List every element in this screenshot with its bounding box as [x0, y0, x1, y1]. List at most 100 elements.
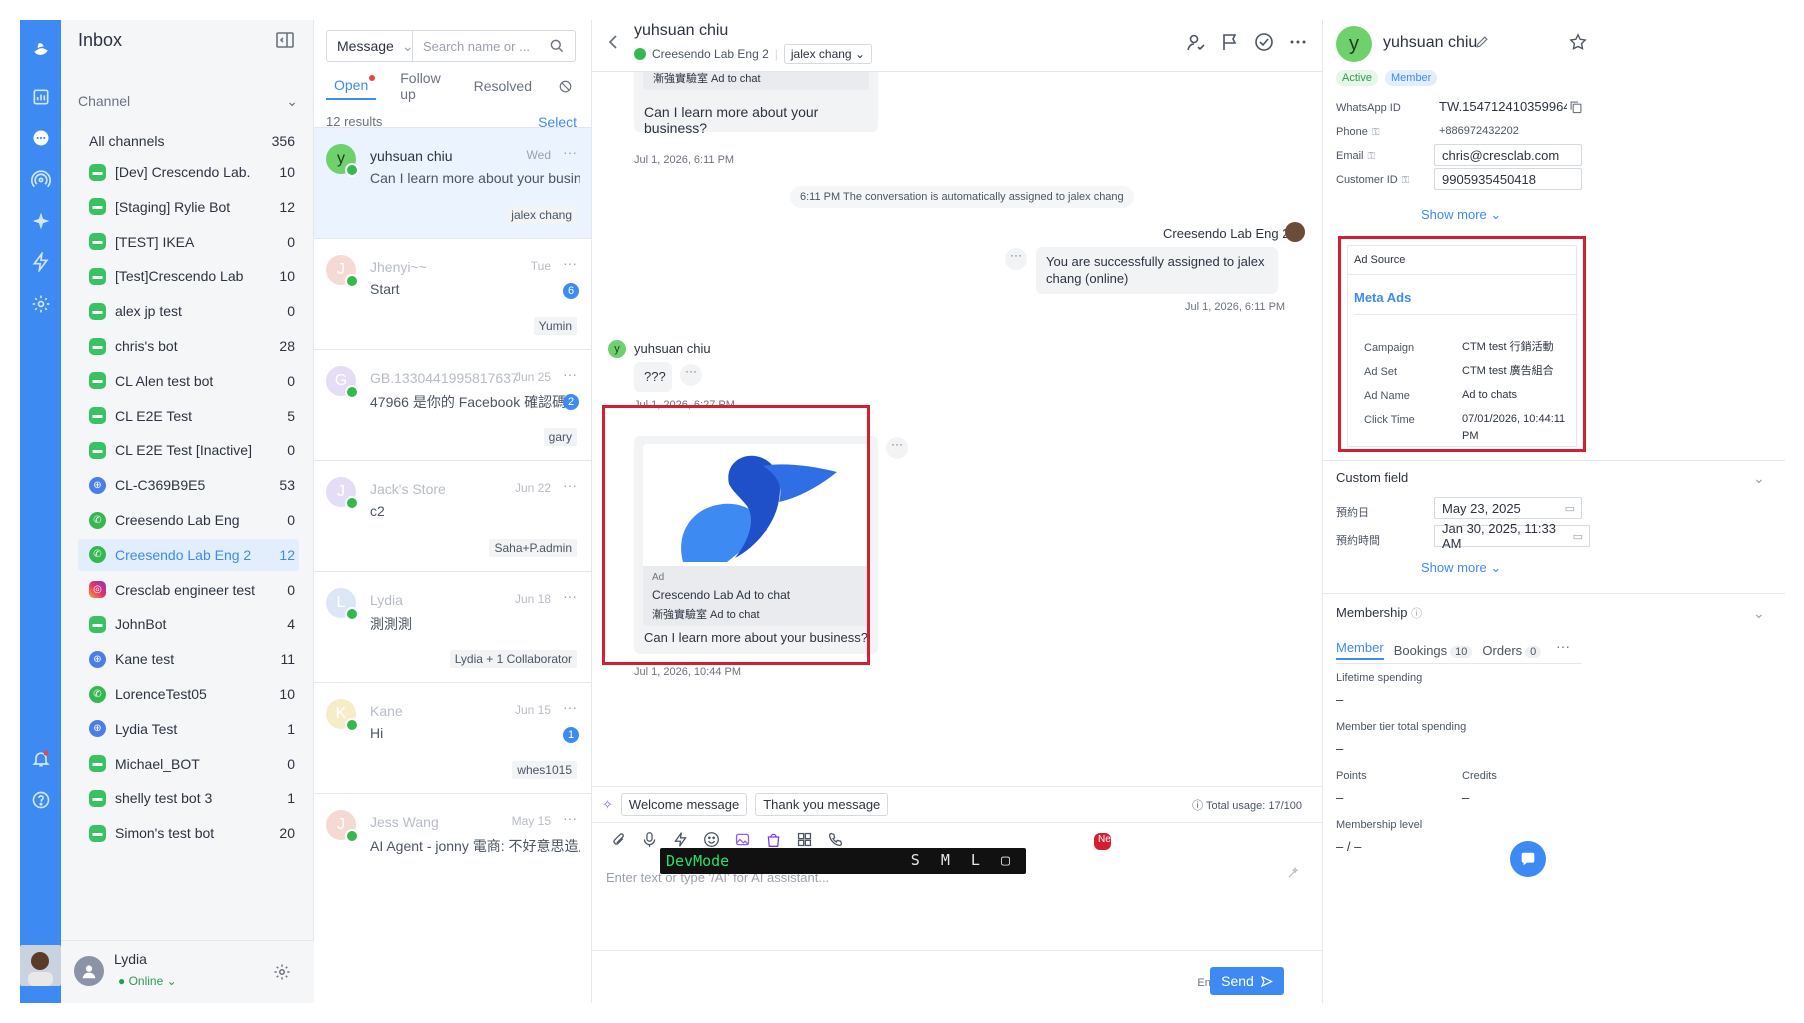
- chevron-down-icon[interactable]: ⌄: [1753, 605, 1765, 621]
- channel-item[interactable]: ▬ [TEST] IKEA 0: [78, 226, 299, 258]
- channel-item[interactable]: ▬ CL Alen test bot 0: [78, 365, 299, 397]
- user-avatar[interactable]: [74, 956, 104, 986]
- quick-reply-welcome[interactable]: Welcome message: [620, 793, 748, 816]
- quick-action-bolt-icon[interactable]: [672, 831, 689, 848]
- more-options-icon[interactable]: ···: [1556, 638, 1570, 654]
- help-icon[interactable]: [28, 787, 53, 812]
- user-photo-avatar[interactable]: [20, 945, 61, 986]
- conversation-item[interactable]: K Kane Jun 15 Hi ··· 1 whes1015: [314, 682, 591, 793]
- broadcast-icon[interactable]: [28, 167, 53, 192]
- channel-item[interactable]: ◎ Cresclab engineer test 0: [78, 574, 299, 606]
- channel-count: 10: [279, 268, 295, 285]
- chevron-down-icon[interactable]: ⌄: [1753, 470, 1765, 486]
- settings-gear-icon[interactable]: [28, 291, 53, 316]
- resolve-check-icon[interactable]: [1254, 32, 1274, 52]
- more-options-icon[interactable]: ···: [563, 144, 577, 160]
- ai-assist-icon[interactable]: [1286, 866, 1300, 880]
- star-icon[interactable]: [1569, 33, 1587, 51]
- phone-call-icon[interactable]: [827, 831, 844, 848]
- tab-open[interactable]: Open: [326, 72, 377, 100]
- assignee-select[interactable]: jalex chang ⌄: [783, 44, 872, 64]
- more-options-icon[interactable]: ···: [563, 366, 577, 382]
- channel-item[interactable]: ▬ CL E2E Test 5: [78, 400, 299, 432]
- all-channels-item[interactable]: All channels 356: [78, 133, 299, 157]
- edit-pencil-icon[interactable]: [1475, 35, 1489, 49]
- tab-meta-ads[interactable]: Meta Ads: [1354, 290, 1411, 305]
- notification-bell-icon[interactable]: [28, 746, 53, 771]
- attachment-icon[interactable]: [610, 831, 627, 848]
- show-more-button[interactable]: Show more ⌄: [1421, 207, 1501, 223]
- conversation-item[interactable]: J Jack's Store Jun 22 c2 ··· Saha+P.admin: [314, 460, 591, 571]
- collapse-panel-icon[interactable]: [275, 30, 295, 50]
- tab-resolved[interactable]: Resolved: [466, 72, 540, 100]
- shopping-bag-icon[interactable]: [765, 831, 782, 848]
- customer-id-field[interactable]: 9905935450418: [1434, 168, 1582, 190]
- blocked-icon[interactable]: [556, 72, 575, 100]
- devmode-size-options[interactable]: S M L ▢: [911, 851, 1016, 869]
- tab-orders[interactable]: Orders 0: [1482, 643, 1542, 658]
- datetime-field[interactable]: Jan 30, 2025, 11:33 AM ▭: [1434, 521, 1590, 551]
- user-settings-icon[interactable]: [273, 963, 291, 981]
- channel-item[interactable]: ▬ Simon's test bot 20: [78, 817, 299, 849]
- copy-icon[interactable]: [1569, 100, 1583, 114]
- conversation-item[interactable]: J Jhenyi~~ Tue Start ··· 6 Yumin: [314, 238, 591, 349]
- quick-reply-thank-you[interactable]: Thank you message: [755, 793, 889, 816]
- template-grid-icon[interactable]: [796, 831, 813, 848]
- flag-icon[interactable]: [1220, 32, 1240, 52]
- more-options-icon[interactable]: [1288, 32, 1308, 52]
- channel-item[interactable]: ⊕ Lydia Test 1: [78, 713, 299, 745]
- conversation-item[interactable]: L Lydia Jun 18 測測測 ··· Lydia + 1 Collaborator: [314, 571, 591, 682]
- tab-bookings[interactable]: Bookings 10: [1394, 643, 1473, 658]
- more-options-icon[interactable]: ···: [563, 255, 577, 271]
- conversation-item[interactable]: J Jess Wang May 15 AI Agent - jonny 電商: 不好意…: [314, 793, 591, 904]
- devmode-bar[interactable]: DevMode S M L ▢: [660, 848, 1026, 874]
- search-input[interactable]: Search name or ...: [413, 39, 549, 54]
- more-options-icon[interactable]: ···: [563, 588, 577, 604]
- date-field[interactable]: May 23, 2025 ▭: [1434, 497, 1582, 519]
- channel-item[interactable]: ▬ JohnBot 4: [78, 608, 299, 640]
- channel-item[interactable]: ⊕ Kane test 11: [78, 643, 299, 675]
- conversation-item[interactable]: y yuhsuan chiu Wed Can I learn more about y…: [314, 127, 591, 238]
- more-options-icon[interactable]: ···: [563, 699, 577, 715]
- channel-item[interactable]: ▬ alex jp test 0: [78, 295, 299, 327]
- user-status-select[interactable]: ● Online ⌄: [118, 974, 177, 988]
- show-more-button[interactable]: Show more ⌄: [1421, 560, 1501, 576]
- channel-item[interactable]: ▬ shelly test bot 3 1: [78, 782, 299, 814]
- filter-type-label: Message: [337, 38, 394, 54]
- automation-bolt-icon[interactable]: [28, 249, 53, 274]
- dashboard-icon[interactable]: [28, 84, 53, 109]
- channel-item[interactable]: ▬ [Test]Crescendo Lab 10: [78, 260, 299, 292]
- tab-follow-up[interactable]: Follow up: [392, 70, 449, 102]
- image-gallery-icon[interactable]: [734, 831, 751, 848]
- more-options-icon[interactable]: ···: [563, 810, 577, 826]
- message-more-icon[interactable]: ···: [680, 364, 702, 386]
- back-arrow-icon[interactable]: [604, 32, 624, 52]
- channel-item[interactable]: ▬ chris's bot 28: [78, 330, 299, 362]
- brand-logo-icon[interactable]: [26, 34, 55, 63]
- email-field[interactable]: chris@cresclab.com: [1434, 144, 1582, 166]
- search-icon[interactable]: [549, 38, 565, 54]
- channel-item[interactable]: ✆ Creesendo Lab Eng 0: [78, 504, 299, 536]
- conversation-item[interactable]: G GB.1330441995817637 Jun 25 47966 是你的 Face…: [314, 349, 591, 460]
- channel-item[interactable]: ✆ Creesendo Lab Eng 2 12: [78, 538, 299, 571]
- channel-header[interactable]: Channel ⌄: [78, 93, 298, 110]
- channel-item[interactable]: ▬ [Staging] Rylie Bot 12: [78, 191, 299, 223]
- support-chat-button[interactable]: [1510, 841, 1546, 877]
- inbox-chat-icon[interactable]: [28, 125, 53, 150]
- channel-item[interactable]: ▬ Michael_BOT 0: [78, 748, 299, 780]
- channel-item[interactable]: ⊕ CL-C369B9E5 53: [78, 469, 299, 501]
- ai-magic-icon[interactable]: ✧: [602, 797, 613, 813]
- emoji-icon[interactable]: [703, 831, 720, 848]
- send-button[interactable]: Send: [1210, 967, 1284, 995]
- ai-sparkle-icon[interactable]: [28, 208, 53, 233]
- more-options-icon[interactable]: ···: [563, 477, 577, 493]
- microphone-icon[interactable]: [641, 831, 658, 848]
- filter-type-select[interactable]: Message ⌄: [327, 31, 414, 61]
- channel-item[interactable]: ✆ LorenceTest05 10: [78, 678, 299, 710]
- tab-member[interactable]: Member: [1336, 640, 1384, 660]
- assign-user-icon[interactable]: [1186, 32, 1206, 52]
- message-more-icon[interactable]: ···: [1005, 248, 1027, 270]
- channel-item[interactable]: ▬ CL E2E Test [Inactive] 0: [78, 434, 299, 466]
- channel-item[interactable]: ▬ [Dev] Crescendo Lab. 10: [78, 156, 299, 188]
- message-more-icon[interactable]: ···: [886, 437, 908, 459]
